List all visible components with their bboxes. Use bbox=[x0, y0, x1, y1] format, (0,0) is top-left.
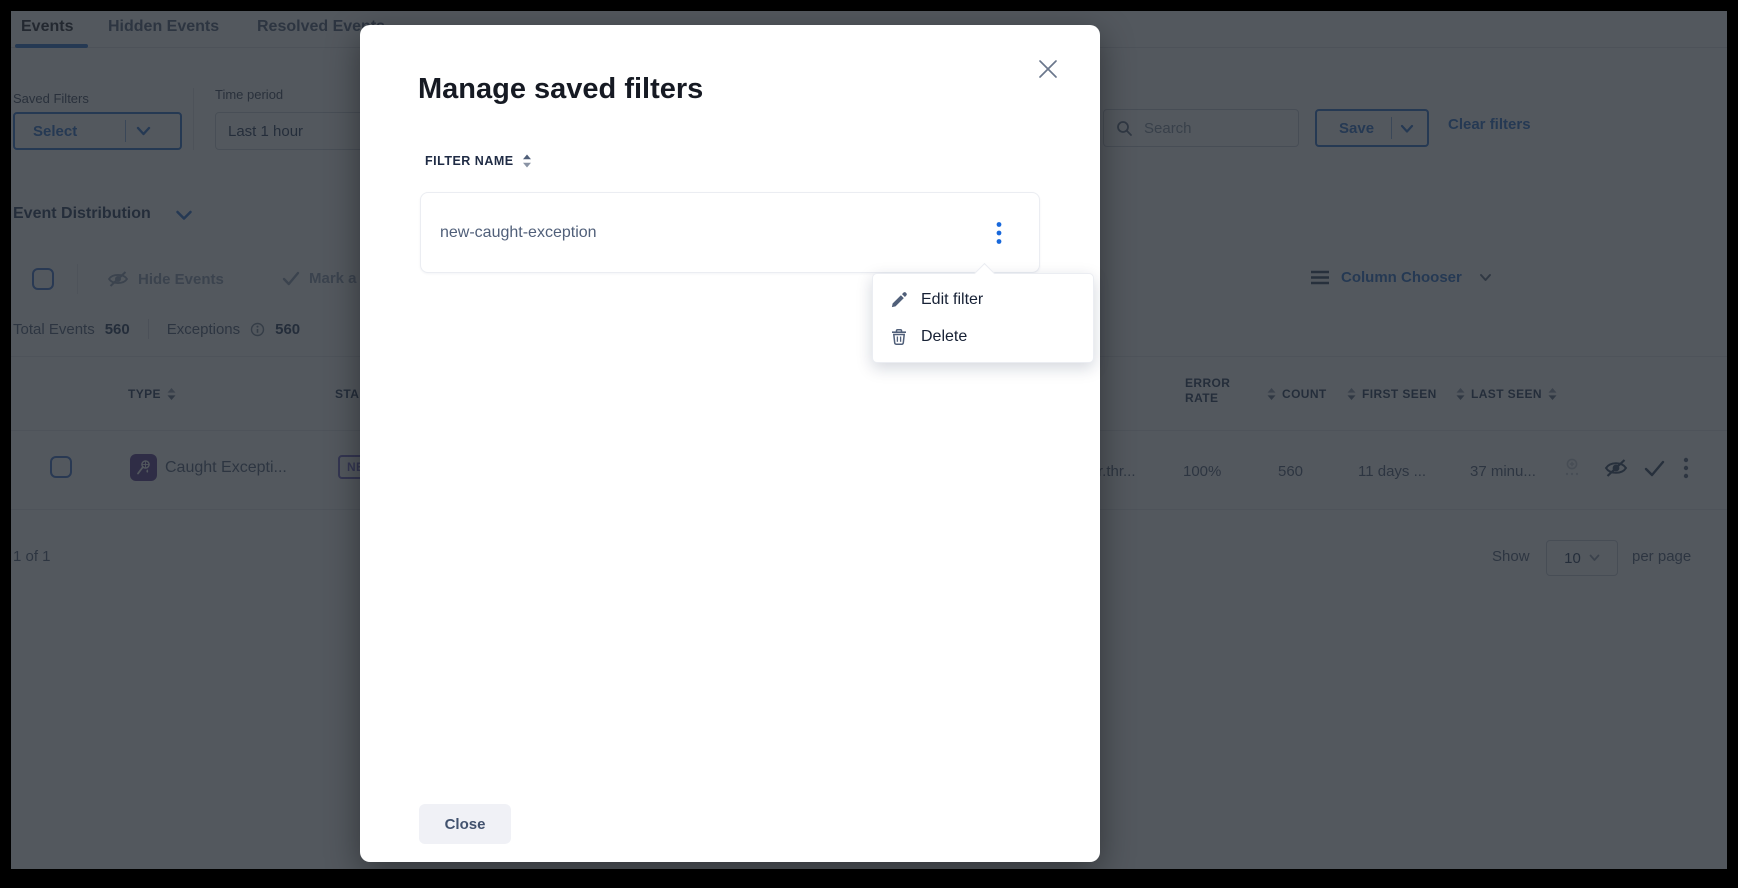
sort-icon bbox=[521, 153, 533, 169]
menu-item-delete[interactable]: Delete bbox=[873, 318, 1093, 355]
filter-actions-menu: Edit filter Delete bbox=[872, 273, 1094, 363]
saved-filter-name: new-caught-exception bbox=[440, 224, 597, 242]
saved-filter-row: new-caught-exception bbox=[420, 192, 1040, 273]
menu-item-edit-filter[interactable]: Edit filter bbox=[873, 281, 1093, 318]
manage-saved-filters-dialog: Manage saved filters FILTER NAME new-cau… bbox=[360, 25, 1100, 862]
edit-filter-label: Edit filter bbox=[921, 291, 983, 309]
delete-label: Delete bbox=[921, 328, 967, 346]
close-button[interactable]: Close bbox=[419, 804, 511, 844]
app-window: Events Hidden Events Resolved Events Sav… bbox=[0, 0, 1738, 888]
close-x-icon[interactable] bbox=[1034, 55, 1062, 83]
filter-actions-kebab-icon[interactable] bbox=[983, 217, 1015, 249]
pencil-icon bbox=[890, 291, 908, 309]
filter-name-column-header[interactable]: FILTER NAME bbox=[425, 153, 533, 169]
dialog-title: Manage saved filters bbox=[418, 73, 703, 106]
trash-icon bbox=[890, 328, 908, 346]
filter-name-column-label: FILTER NAME bbox=[425, 154, 514, 168]
